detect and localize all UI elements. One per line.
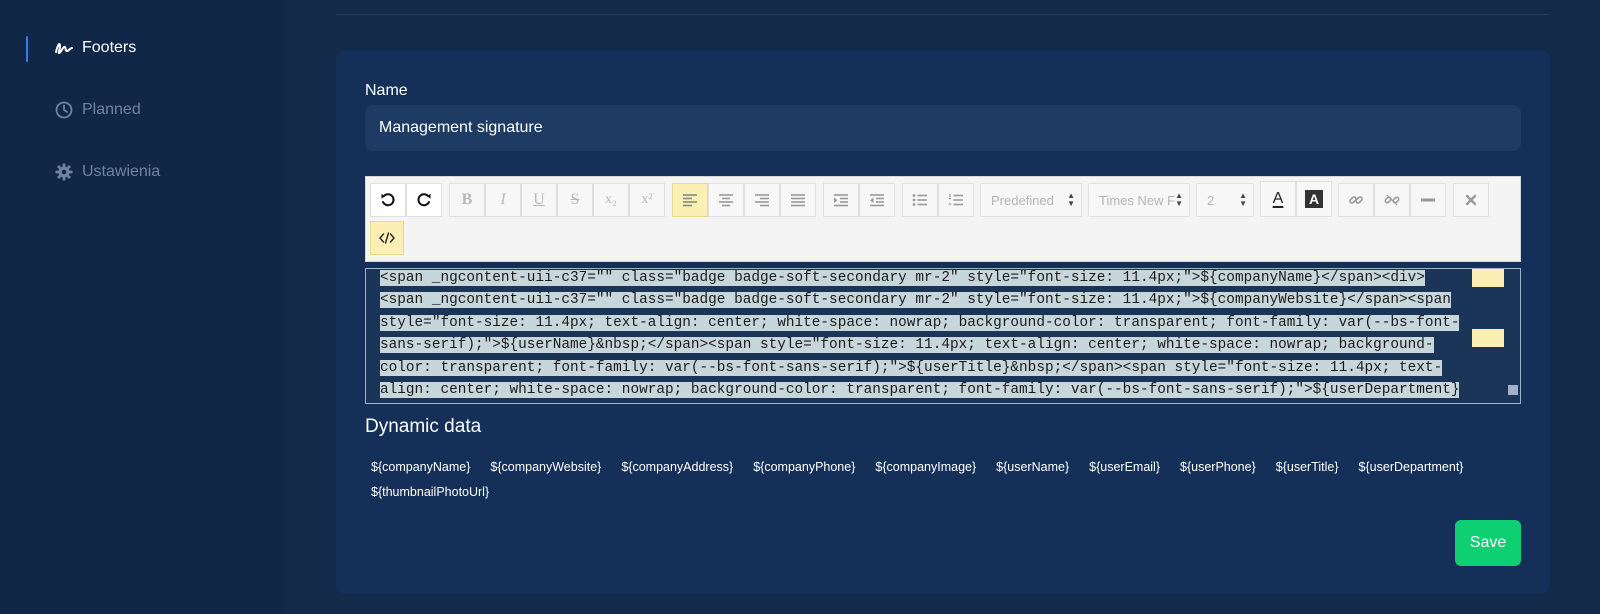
select-arrows-icon: ▲ ▼ <box>1175 191 1183 208</box>
underline-button[interactable]: U <box>521 183 557 217</box>
name-input[interactable] <box>365 105 1521 151</box>
italic-button[interactable]: I <box>485 183 521 217</box>
horizontal-rule-button[interactable] <box>1410 183 1446 217</box>
dynamic-data-title: Dynamic data <box>365 416 482 437</box>
code-line: style="font-size: 11.4px; text-align: ce… <box>380 314 1460 331</box>
gear-icon <box>54 162 74 182</box>
numbered-list-icon <box>948 193 964 207</box>
signature-icon <box>54 38 74 58</box>
horizontal-rule-icon <box>1421 198 1435 202</box>
clock-icon <box>54 100 74 120</box>
font-size-select[interactable]: 2 ▲ ▼ <box>1196 183 1254 217</box>
html-code-view[interactable]: <span _ngcontent-uii-c37="" class="badge… <box>365 268 1521 404</box>
background-color-icon: A <box>1305 190 1323 208</box>
placeholder-company-name[interactable]: ${companyName} <box>371 460 470 475</box>
align-justify-button[interactable] <box>780 183 816 217</box>
placeholder-user-department[interactable]: ${userDepartment} <box>1359 460 1464 475</box>
close-icon <box>1465 194 1477 206</box>
placeholder-user-name[interactable]: ${userName} <box>996 460 1069 475</box>
numbered-list-button[interactable] <box>938 183 974 217</box>
placeholder-company-website[interactable]: ${companyWebsite} <box>490 460 601 475</box>
placeholder-company-address[interactable]: ${companyAddress} <box>621 460 733 475</box>
divider <box>336 14 1550 15</box>
bullet-list-button[interactable] <box>902 183 938 217</box>
code-icon <box>379 232 395 244</box>
placeholder-company-image[interactable]: ${companyImage} <box>875 460 976 475</box>
placeholder-user-phone[interactable]: ${userPhone} <box>1180 460 1256 475</box>
outdent-icon <box>869 193 885 207</box>
font-family-select[interactable]: Times New F ▲ ▼ <box>1088 183 1190 217</box>
sidebar-item-planned[interactable]: Planned <box>54 100 141 120</box>
indent-icon <box>833 193 849 207</box>
redo-icon <box>416 192 432 208</box>
placeholder-user-email[interactable]: ${userEmail} <box>1089 460 1160 475</box>
text-color-icon: A <box>1272 190 1284 207</box>
redo-button[interactable] <box>406 183 442 217</box>
link-button[interactable] <box>1338 183 1374 217</box>
align-right-icon <box>754 193 770 207</box>
align-left-icon <box>682 193 698 207</box>
dynamic-data-list: ${companyName} ${companyWebsite} ${compa… <box>371 460 1511 500</box>
background-color-button[interactable]: A <box>1296 181 1332 217</box>
placeholder-user-title[interactable]: ${userTitle} <box>1276 460 1339 475</box>
save-button[interactable]: Save <box>1455 520 1521 566</box>
link-icon <box>1348 192 1364 208</box>
code-text: <span _ngcontent-uii-c37="" class="badge… <box>380 269 1488 401</box>
bullet-list-icon <box>912 193 928 207</box>
font-size-value: 2 <box>1207 192 1215 208</box>
active-indicator <box>26 36 28 62</box>
code-line: sans-serif);">${userName}&nbsp;</span><s… <box>380 337 1434 354</box>
undo-icon <box>380 192 396 208</box>
editor-toolbar: B I U S x₂ x² Predefined ▲ ▼ Times New F … <box>365 176 1521 262</box>
align-center-icon <box>718 193 734 207</box>
superscript-button[interactable]: x² <box>629 183 665 217</box>
select-arrows-icon: ▲ ▼ <box>1239 191 1247 208</box>
code-line: <span _ngcontent-uii-c37="" class="badge… <box>380 270 1425 286</box>
placeholder-company-phone[interactable]: ${companyPhone} <box>753 460 855 475</box>
undo-button[interactable] <box>370 183 406 217</box>
indent-button[interactable] <box>823 183 859 217</box>
sidebar-item-settings[interactable]: Ustawienia <box>54 162 160 182</box>
bold-button[interactable]: B <box>449 183 485 217</box>
align-center-button[interactable] <box>708 183 744 217</box>
align-right-button[interactable] <box>744 183 780 217</box>
clear-formatting-button[interactable] <box>1453 183 1489 217</box>
subscript-button[interactable]: x₂ <box>593 183 629 217</box>
code-line: color: transparent; font-family: var(--b… <box>380 359 1443 376</box>
strikethrough-button[interactable]: S <box>557 183 593 217</box>
code-line: <span _ngcontent-uii-c37="" class="badge… <box>380 292 1451 309</box>
code-view-button[interactable] <box>370 221 404 255</box>
code-line: align: center; white-space: nowrap; back… <box>380 382 1460 399</box>
placeholder-thumbnail-photo-url[interactable]: ${thumbnailPhotoUrl} <box>371 485 489 500</box>
select-arrows-icon: ▲ ▼ <box>1067 191 1075 208</box>
format-select-value: Predefined <box>991 192 1054 208</box>
align-justify-icon <box>790 193 806 207</box>
outdent-button[interactable] <box>859 183 895 217</box>
name-label: Name <box>365 82 408 99</box>
text-color-button[interactable]: A <box>1260 181 1296 217</box>
sidebar-item-label: Planned <box>82 101 141 118</box>
unlink-icon <box>1384 192 1400 208</box>
scrollbar-thumb[interactable] <box>1508 385 1518 395</box>
format-select[interactable]: Predefined ▲ ▼ <box>980 183 1082 217</box>
sidebar-item-label: Footers <box>82 39 137 56</box>
sidebar-item-footers[interactable]: Footers <box>54 38 136 58</box>
sidebar-item-label: Ustawienia <box>82 163 161 180</box>
scrollbar[interactable] <box>1506 269 1520 403</box>
align-left-button[interactable] <box>672 183 708 217</box>
unlink-button[interactable] <box>1374 183 1410 217</box>
sidebar: Footers Planned Ustawienia <box>0 0 284 614</box>
font-family-value: Times New F <box>1099 192 1176 208</box>
